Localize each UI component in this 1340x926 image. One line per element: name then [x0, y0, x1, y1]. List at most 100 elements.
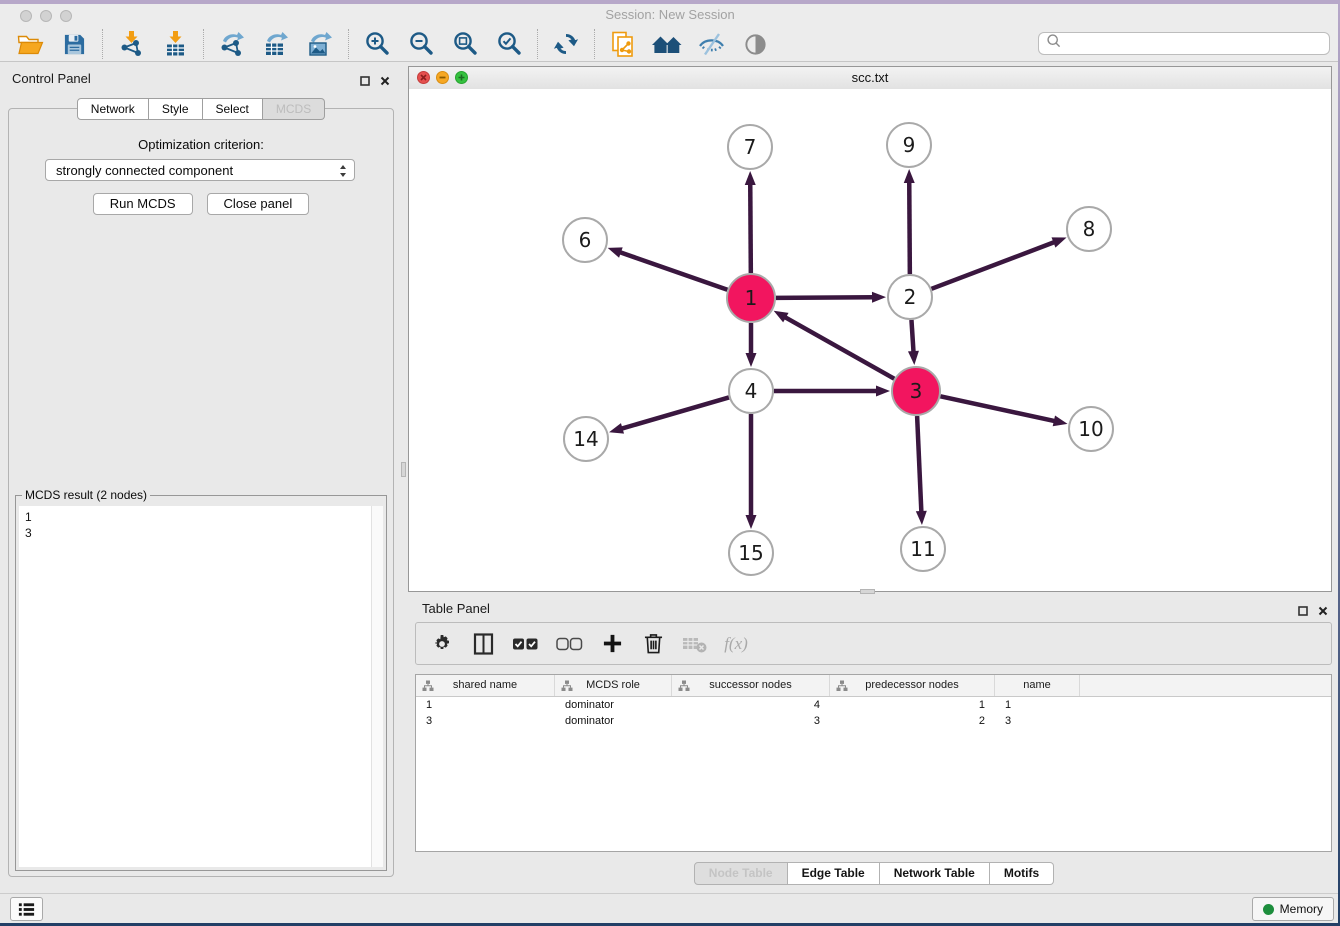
graph-node-label-14: 14	[573, 427, 598, 451]
cell-MCDS-role[interactable]: dominator	[555, 697, 672, 713]
eye-icon[interactable]	[733, 28, 777, 60]
graph-node-label-2: 2	[904, 285, 917, 309]
column-hierarchy-icon	[422, 679, 434, 697]
cell-successor-nodes[interactable]: 3	[672, 713, 830, 729]
import-table-icon[interactable]	[153, 28, 197, 60]
cell-name[interactable]: 3	[995, 713, 1080, 729]
delete-column-icon[interactable]	[641, 630, 665, 658]
close-panel-button[interactable]: Close panel	[207, 193, 310, 215]
column-header-predecessor-nodes[interactable]: predecessor nodes	[830, 675, 995, 696]
main-toolbar	[0, 27, 1340, 62]
network-view-window: scc.txt 7968124314101511	[408, 66, 1332, 592]
table-panel-title: Table Panel	[422, 601, 490, 616]
search-box[interactable]	[1038, 32, 1330, 55]
result-scrollbar[interactable]	[371, 506, 383, 867]
column-header-shared-name[interactable]: shared name	[416, 675, 555, 696]
cell-shared-name[interactable]: 3	[416, 713, 555, 729]
graph-node-label-10: 10	[1078, 417, 1103, 441]
cell-name[interactable]: 1	[995, 697, 1080, 713]
zoom-out-icon[interactable]	[399, 28, 443, 60]
cell-successor-nodes[interactable]: 4	[672, 697, 830, 713]
export-network-icon[interactable]	[210, 28, 254, 60]
criterion-select[interactable]: strongly connected component	[45, 159, 355, 181]
control-tab-select[interactable]: Select	[203, 98, 263, 120]
table-tab-motifs[interactable]: Motifs	[990, 862, 1054, 885]
toolbar-separator	[594, 29, 595, 59]
column-hierarchy-icon	[836, 679, 848, 697]
node-table-header: shared nameMCDS rolesuccessor nodesprede…	[416, 675, 1331, 697]
table-row[interactable]: 1dominator411	[416, 697, 1331, 713]
export-table-icon[interactable]	[254, 28, 298, 60]
table-tab-node-table[interactable]: Node Table	[694, 862, 788, 885]
node-table: shared nameMCDS rolesuccessor nodesprede…	[415, 674, 1332, 852]
cell-MCDS-role[interactable]: dominator	[555, 713, 672, 729]
mcds-tab-content: Optimization criterion: strongly connect…	[8, 108, 394, 877]
search-icon	[1046, 33, 1062, 54]
table-settings-icon[interactable]	[430, 630, 454, 658]
save-session-icon[interactable]	[52, 28, 96, 60]
task-list-icon	[16, 900, 37, 919]
eye-slash-icon[interactable]	[689, 28, 733, 60]
zoom-selected-icon[interactable]	[487, 28, 531, 60]
network-graph[interactable]: 7968124314101511	[409, 89, 1331, 592]
desktop-edge-top	[0, 0, 1340, 4]
toggle-column-panel-icon[interactable]	[471, 630, 495, 658]
horizontal-splitter-handle[interactable]	[860, 589, 875, 594]
search-input[interactable]	[1062, 36, 1329, 52]
float-panel-icon[interactable]	[360, 73, 370, 91]
memory-button[interactable]: Memory	[1252, 897, 1334, 921]
import-network-icon[interactable]	[109, 28, 153, 60]
column-header-successor-nodes[interactable]: successor nodes	[672, 675, 830, 696]
mcds-result-area[interactable]: 1 3	[19, 506, 383, 867]
select-stepper-icon	[338, 163, 348, 182]
control-tab-style[interactable]: Style	[149, 98, 203, 120]
column-header-MCDS-role[interactable]: MCDS role	[555, 675, 672, 696]
table-panel: Table Panel f(x) shared nameMCDS rolesuc…	[408, 595, 1340, 890]
close-table-panel-icon[interactable]	[1318, 603, 1328, 621]
export-image-icon[interactable]	[298, 28, 342, 60]
network-document-icon[interactable]	[601, 28, 645, 60]
cell-predecessor-nodes[interactable]: 2	[830, 713, 995, 729]
column-header-empty	[1080, 675, 1331, 696]
select-all-columns-icon[interactable]	[512, 630, 539, 658]
node-table-body: 1dominator4113dominator323	[416, 697, 1331, 729]
application-window: Session: New Session Control Panel Netwo…	[0, 0, 1340, 926]
vertical-splitter-handle[interactable]	[401, 462, 406, 477]
graph-node-label-4: 4	[745, 379, 758, 403]
table-row[interactable]: 3dominator323	[416, 713, 1331, 729]
toolbar-separator	[203, 29, 204, 59]
open-file-icon[interactable]	[8, 28, 52, 60]
memory-label: Memory	[1280, 902, 1323, 916]
delete-table-icon-disabled	[682, 630, 707, 658]
float-table-panel-icon[interactable]	[1298, 603, 1308, 621]
graph-node-label-9: 9	[903, 133, 916, 157]
toolbar-separator	[102, 29, 103, 59]
function-builder-icon-disabled: f(x)	[724, 630, 748, 658]
graph-node-label-8: 8	[1083, 217, 1096, 241]
network-window-title: scc.txt	[409, 70, 1331, 85]
control-tab-network[interactable]: Network	[77, 98, 149, 120]
zoom-in-icon[interactable]	[355, 28, 399, 60]
column-header-name[interactable]: name	[995, 675, 1080, 696]
close-panel-icon[interactable]	[380, 73, 390, 91]
network-canvas[interactable]: 7968124314101511	[409, 89, 1331, 591]
cell-predecessor-nodes[interactable]: 1	[830, 697, 995, 713]
houses-icon[interactable]	[645, 28, 689, 60]
mcds-result-title: MCDS result (2 nodes)	[22, 488, 150, 502]
control-tab-mcds[interactable]: MCDS	[263, 98, 325, 120]
column-hierarchy-icon	[678, 679, 690, 697]
mcds-result-box: 1 3	[15, 495, 387, 871]
table-tab-network-table[interactable]: Network Table	[880, 862, 990, 885]
unselect-all-columns-icon[interactable]	[556, 630, 583, 658]
table-tab-edge-table[interactable]: Edge Table	[788, 862, 880, 885]
refresh-icon[interactable]	[544, 28, 588, 60]
task-history-button[interactable]	[10, 897, 43, 921]
network-window-titlebar[interactable]: scc.txt	[409, 67, 1331, 90]
mcds-result-text: 1 3	[19, 506, 383, 544]
table-panel-tabs: Node TableEdge TableNetwork TableMotifs	[408, 862, 1340, 885]
cell-shared-name[interactable]: 1	[416, 697, 555, 713]
zoom-fit-icon[interactable]	[443, 28, 487, 60]
criterion-selected-value: strongly connected component	[56, 163, 233, 178]
run-mcds-button[interactable]: Run MCDS	[93, 193, 193, 215]
create-column-icon[interactable]	[600, 630, 624, 658]
